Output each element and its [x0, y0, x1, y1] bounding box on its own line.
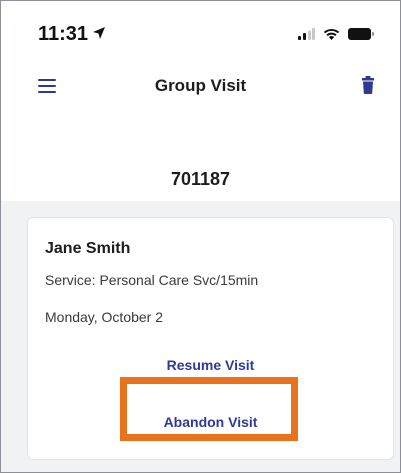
cellular-signal-icon	[298, 27, 315, 45]
visit-date: Monday, October 2	[45, 309, 164, 325]
page-title: Group Visit	[154, 76, 247, 95]
wifi-icon	[323, 27, 340, 45]
status-bar: 11:31	[1, 1, 400, 61]
status-icons	[298, 27, 374, 45]
location-arrow-icon	[92, 23, 106, 46]
resume-visit-button[interactable]: Resume Visit	[28, 357, 393, 373]
visit-id: 701187	[170, 169, 231, 189]
app-header: Group Visit	[1, 61, 400, 113]
client-name: Jane Smith	[45, 240, 131, 257]
time-label: 11:31	[38, 23, 89, 45]
trash-icon[interactable]	[362, 76, 374, 99]
service-label: Service: Personal Care Svc/15min	[45, 272, 259, 288]
battery-icon	[348, 27, 374, 45]
visit-list-area: Jane Smith Service: Personal Care Svc/15…	[1, 201, 400, 472]
status-time: 11:31	[38, 23, 106, 46]
visit-card: Jane Smith Service: Personal Care Svc/15…	[27, 217, 394, 460]
abandon-visit-button[interactable]: Abandon Visit	[28, 414, 393, 430]
phone-screen: 11:31 Group Visit 701187 Jane Smith Serv…	[0, 0, 401, 473]
